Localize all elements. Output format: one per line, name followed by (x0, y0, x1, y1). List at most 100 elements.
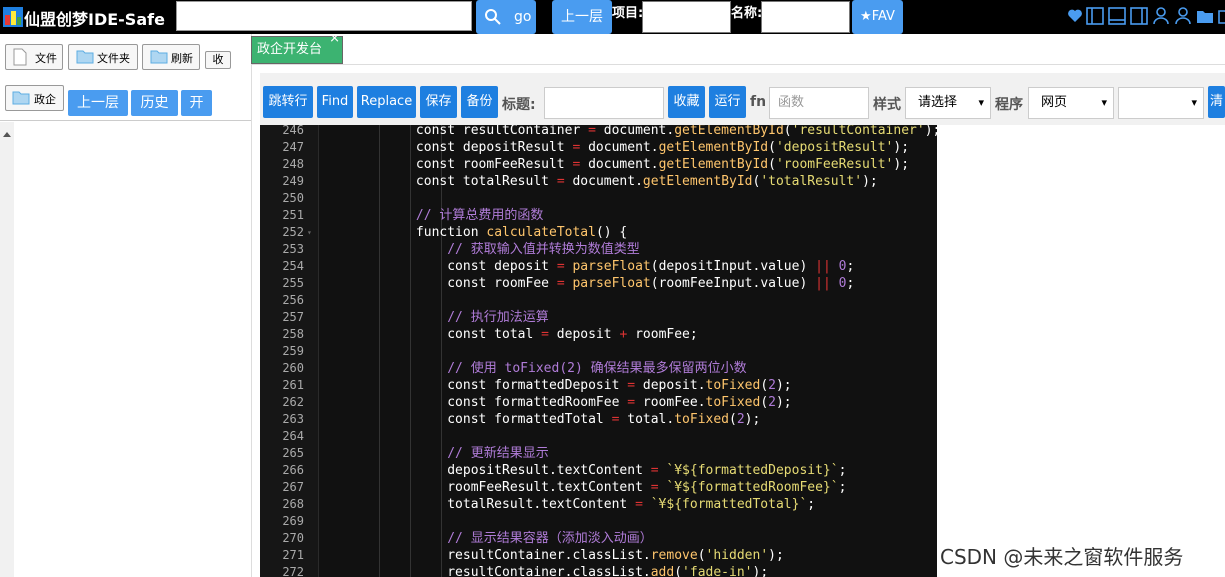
save-button[interactable]: 保存 (420, 86, 457, 118)
code-token: toFixed (705, 395, 761, 410)
code-line[interactable]: 259 (260, 343, 937, 360)
line-number: 263 (282, 412, 304, 426)
sidebar-right-icon[interactable] (1129, 6, 1149, 26)
code-line[interactable]: 249 const totalResult = document.getElem… (260, 173, 937, 190)
user-alt-icon[interactable] (1173, 6, 1193, 26)
code-line[interactable]: 254 const deposit = parseFloat(depositIn… (260, 258, 937, 275)
code-line[interactable]: 253 // 获取输入值并转换为数值类型 (260, 241, 937, 258)
code-editor[interactable]: 246 const resultContainer = document.get… (260, 125, 937, 577)
code-token: const formattedRoomFee (322, 395, 628, 410)
folder-icon (150, 50, 168, 64)
code-text: // 执行加法运算 (322, 309, 549, 326)
code-line[interactable]: 261 const formattedDeposit = deposit.toF… (260, 377, 937, 394)
code-token: document. (595, 125, 675, 138)
heart-icon[interactable] (1067, 6, 1083, 26)
code-line[interactable]: 264 (260, 428, 937, 445)
code-line[interactable]: 266 depositResult.textContent = `¥${form… (260, 462, 937, 479)
current-folder-button[interactable]: 政企 (5, 85, 64, 111)
code-token: = (635, 497, 643, 512)
open-button[interactable]: 开 (181, 90, 212, 116)
program-select-value: 网页 (1041, 95, 1068, 110)
tab-close-icon[interactable]: × (329, 32, 340, 45)
code-token: ; (838, 463, 847, 478)
code-line[interactable]: 255 const roomFee = parseFloat(roomFeeIn… (260, 275, 937, 292)
replace-button[interactable]: Replace (357, 86, 416, 118)
code-line[interactable]: 265 // 更新结果显示 (260, 445, 937, 462)
search-input[interactable] (176, 1, 472, 31)
code-line[interactable]: 271 resultContainer.classList.remove('hi… (260, 547, 937, 564)
code-line[interactable]: 248 const roomFeeResult = document.getEl… (260, 156, 937, 173)
file-button[interactable]: 文件 (5, 44, 63, 70)
panel-bottom-icon[interactable] (1107, 6, 1127, 26)
code-token: ); (893, 157, 910, 172)
code-line[interactable]: 270 // 显示结果容器（添加淡入动画） (260, 530, 937, 547)
program-select[interactable]: 网页 ▾ (1028, 87, 1114, 119)
code-token: = (556, 259, 565, 274)
backup-button[interactable]: 备份 (461, 86, 498, 118)
code-line[interactable]: 257 // 执行加法运算 (260, 309, 937, 326)
code-text: depositResult.textContent = `¥${formatte… (322, 462, 846, 479)
code-line[interactable]: 263 const formattedTotal = total.toFixed… (260, 411, 937, 428)
extra-select[interactable]: ▾ (1118, 87, 1204, 119)
code-line[interactable]: 269 (260, 513, 937, 530)
top-bar: 仙盟创梦IDE-Safe go 上一层 项目: 名称: ★FAV (0, 0, 1225, 34)
code-token: ( (768, 140, 776, 155)
code-token: = (541, 327, 549, 342)
watermark: CSDN @未来之窗软件服务 (940, 545, 1184, 569)
up-level-button[interactable]: 上一层 (552, 0, 612, 34)
folder-open-icon[interactable] (1217, 6, 1225, 26)
code-token: depositResult.textContent (322, 463, 651, 478)
fav-button[interactable]: ★FAV (852, 0, 903, 34)
refresh-button[interactable]: 刷新 (142, 44, 200, 70)
tab-dev-console[interactable]: 政企开发台 × (251, 32, 343, 64)
name-input[interactable] (761, 1, 850, 33)
sidebar-scrollbar[interactable] (0, 122, 14, 577)
folder-label: 文件夹 (97, 52, 130, 65)
code-token: 'totalResult' (760, 174, 863, 189)
run-button[interactable]: 运行 (709, 86, 746, 118)
code-text: const resultContainer = document.getElem… (322, 125, 937, 139)
refresh-label: 刷新 (171, 52, 193, 65)
code-line[interactable]: 268 totalResult.textContent = `¥${format… (260, 496, 937, 513)
user-icon[interactable] (1151, 6, 1171, 26)
code-line[interactable]: 247 const depositResult = document.getEl… (260, 139, 937, 156)
code-line[interactable]: 262 const formattedRoomFee = roomFee.toF… (260, 394, 937, 411)
clear-button[interactable]: 清 (1208, 86, 1225, 118)
style-select[interactable]: 请选择 ▾ (905, 87, 991, 119)
collapse-button[interactable]: 收 (205, 51, 231, 69)
folder-icon[interactable] (1195, 6, 1215, 26)
code-token: const totalResult (322, 174, 557, 189)
code-token: // 使用 toFixed(2) 确保结果最多保留两位小数 (322, 361, 747, 376)
code-line[interactable]: 246 const resultContainer = document.get… (260, 125, 937, 139)
code-line[interactable]: 252 ▾ function calculateTotal() { (260, 224, 937, 241)
code-line[interactable]: 267 roomFeeResult.textContent = `¥${form… (260, 479, 937, 496)
search-go-button[interactable]: go (476, 0, 536, 34)
code-token: toFixed (705, 378, 761, 393)
find-button[interactable]: Find (317, 86, 353, 118)
code-text: const totalResult = document.getElementB… (322, 173, 878, 190)
jump-line-button[interactable]: 跳转行 (263, 86, 313, 118)
app-title: 仙盟创梦IDE-Safe (24, 10, 165, 29)
code-token: document. (564, 174, 643, 189)
line-number: 262 (282, 395, 304, 409)
title-input[interactable] (544, 87, 664, 119)
code-line[interactable]: 258 const total = deposit + roomFee; (260, 326, 937, 343)
function-input[interactable]: 函数 (769, 87, 869, 119)
favorite-button[interactable]: 收藏 (668, 86, 705, 118)
code-token: getElementById (642, 174, 753, 189)
code-line[interactable]: 256 (260, 292, 937, 309)
code-line[interactable]: 272 resultContainer.classList.add('fade-… (260, 564, 937, 577)
code-line[interactable]: 250 (260, 190, 937, 207)
history-button[interactable]: 历史 (131, 90, 178, 116)
scroll-up-arrow-icon[interactable] (3, 132, 11, 137)
folder-button[interactable]: 文件夹 (68, 44, 138, 70)
code-line[interactable]: 251 // 计算总费用的函数 (260, 207, 937, 224)
fold-arrow-icon[interactable]: ▾ (307, 224, 312, 241)
sidebar: 文件 文件夹 刷新 收 政企 上一层 历史 开 (0, 34, 252, 577)
project-input[interactable] (642, 1, 731, 33)
sidebar-up-button[interactable]: 上一层 (68, 90, 128, 116)
sidebar-left-icon[interactable] (1085, 6, 1105, 26)
program-label: 程序 (995, 97, 1023, 113)
code-line[interactable]: 260 // 使用 toFixed(2) 确保结果最多保留两位小数 (260, 360, 937, 377)
code-text: function calculateTotal() { (322, 224, 627, 241)
